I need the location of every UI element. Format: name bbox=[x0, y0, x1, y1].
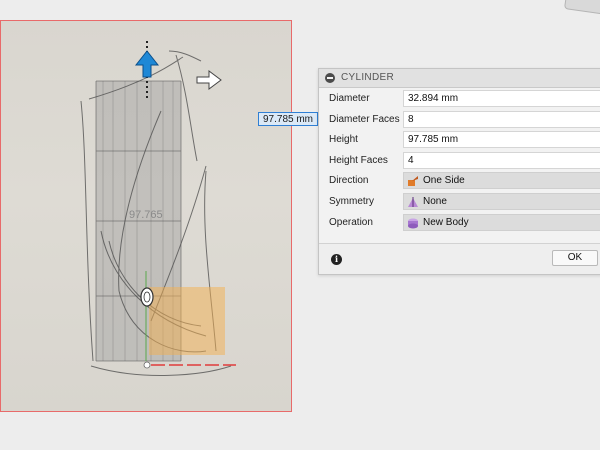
dialog-footer: i OK bbox=[319, 243, 600, 274]
row-label: Direction bbox=[329, 175, 369, 187]
row-symmetry: Symmetry None bbox=[319, 192, 600, 213]
row-label: Height Faces bbox=[329, 154, 388, 166]
row-height: Height 97.785 mm bbox=[319, 130, 600, 151]
row-height-faces: Height Faces 4 bbox=[319, 151, 600, 172]
height-input[interactable]: 97.785 mm bbox=[403, 131, 600, 149]
row-label: Diameter Faces bbox=[329, 113, 400, 125]
row-direction: Direction One Side bbox=[319, 171, 600, 192]
collapse-icon[interactable] bbox=[325, 73, 335, 83]
dialog-title: CYLINDER bbox=[341, 72, 394, 83]
sketch-watermark-text: 97.765 bbox=[129, 209, 163, 221]
cylinder-dialog: CYLINDER Diameter 32.894 mm Diameter Fac… bbox=[318, 68, 600, 275]
select-value: One Side bbox=[423, 175, 465, 187]
one-side-icon bbox=[408, 176, 418, 187]
sketch-drawing: 97.765 bbox=[80, 41, 236, 376]
dimension-input[interactable]: 97.785 mm bbox=[258, 112, 318, 126]
symmetry-select[interactable]: None bbox=[403, 192, 600, 210]
row-label: Symmetry bbox=[329, 195, 374, 207]
row-label: Height bbox=[329, 134, 358, 146]
dialog-rows: Diameter 32.894 mm Diameter Faces 8 Heig… bbox=[319, 89, 600, 233]
row-diameter: Diameter 32.894 mm bbox=[319, 89, 600, 110]
info-icon[interactable]: i bbox=[331, 254, 342, 265]
operation-select[interactable]: New Body bbox=[403, 213, 600, 231]
dialog-header: CYLINDER bbox=[319, 69, 600, 88]
ok-button[interactable]: OK bbox=[552, 250, 598, 266]
direction-select[interactable]: One Side bbox=[403, 172, 600, 190]
symmetry-icon bbox=[408, 196, 418, 207]
new-body-icon bbox=[408, 218, 418, 229]
diameter-faces-input[interactable]: 8 bbox=[403, 110, 600, 128]
direction-arrow-icon[interactable] bbox=[196, 70, 222, 90]
row-label: Diameter bbox=[329, 93, 370, 104]
preview-face bbox=[149, 287, 225, 355]
select-value: None bbox=[423, 195, 447, 207]
axis-manipulator-icon[interactable] bbox=[140, 287, 154, 307]
select-value: New Body bbox=[423, 216, 469, 228]
row-diameter-faces: Diameter Faces 8 bbox=[319, 110, 600, 131]
diameter-input[interactable]: 32.894 mm bbox=[403, 90, 600, 107]
height-faces-input[interactable]: 4 bbox=[403, 151, 600, 169]
canvas-sketch-image: 97.765 bbox=[0, 20, 292, 412]
row-label: Operation bbox=[329, 216, 373, 228]
origin-point bbox=[143, 361, 151, 369]
row-operation: Operation New Body bbox=[319, 213, 600, 234]
